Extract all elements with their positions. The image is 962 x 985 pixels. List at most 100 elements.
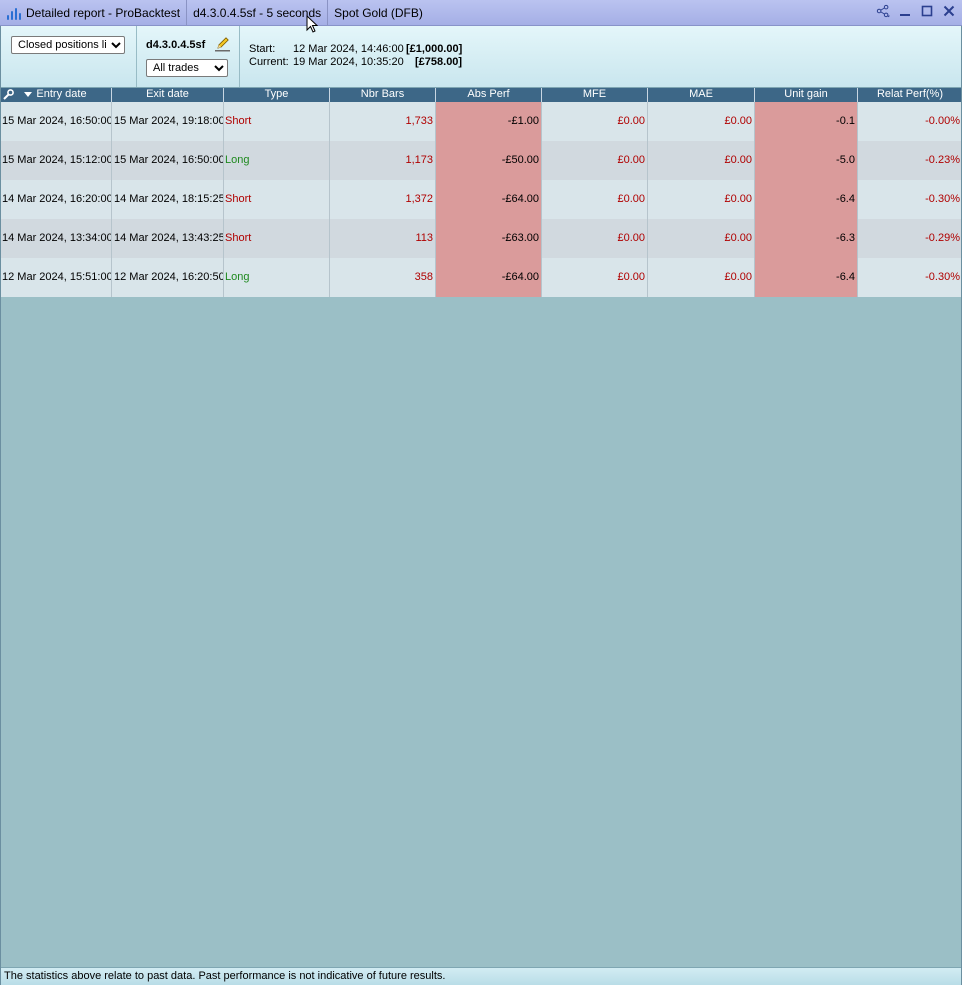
cell-exit-date: 14 Mar 2024, 18:15:25 <box>112 180 224 219</box>
mouse-cursor <box>306 15 318 33</box>
cell-nbr-bars: 358 <box>330 258 436 297</box>
cell-mae: £0.00 <box>648 141 755 180</box>
window-border-left <box>0 26 1 985</box>
cell-mfe: £0.00 <box>542 258 648 297</box>
edit-pencil-icon[interactable] <box>214 36 231 53</box>
share-icon[interactable] <box>876 4 890 18</box>
close-icon[interactable] <box>942 4 956 18</box>
cell-mae: £0.00 <box>648 219 755 258</box>
disclaimer-text: The statistics above relate to past data… <box>4 970 446 982</box>
strategy-tab-label: d4.3.0.4.5sf - 5 seconds <box>193 5 322 20</box>
cell-type: Long <box>224 258 330 297</box>
table-row[interactable]: 15 Mar 2024, 15:12:00 15 Mar 2024, 16:50… <box>0 141 962 180</box>
cell-type: Short <box>224 180 330 219</box>
maximize-icon[interactable] <box>920 4 934 18</box>
column-label: Unit gain <box>784 88 828 100</box>
table-row[interactable]: 15 Mar 2024, 16:50:00 15 Mar 2024, 19:18… <box>0 102 962 141</box>
trades-filter-select[interactable]: All trades <box>146 59 228 77</box>
positions-table-header: Entry date Exit date Type Nbr Bars Abs P… <box>0 88 962 102</box>
cell-entry-date: 15 Mar 2024, 16:50:00 <box>0 102 112 141</box>
cell-nbr-bars: 1,173 <box>330 141 436 180</box>
cell-exit-date: 12 Mar 2024, 16:20:50 <box>112 258 224 297</box>
start-amount: [£1,000.00] <box>406 43 463 55</box>
cell-abs-perf: -£64.00 <box>436 180 542 219</box>
column-label: MFE <box>582 88 607 100</box>
column-label: Type <box>264 88 289 100</box>
column-header-abs-perf[interactable]: Abs Perf <box>436 88 542 102</box>
column-header-relat-perf[interactable]: Relat Perf(%) <box>858 88 962 102</box>
disclaimer-status-bar: The statistics above relate to past data… <box>0 967 962 985</box>
column-header-exit-date[interactable]: Exit date <box>112 88 224 102</box>
cell-mae: £0.00 <box>648 258 755 297</box>
column-header-entry-date[interactable]: Entry date <box>0 88 112 102</box>
cell-exit-date: 15 Mar 2024, 16:50:00 <box>112 141 224 180</box>
start-date: 12 Mar 2024, 14:46:00 <box>293 43 404 55</box>
cell-mae: £0.00 <box>648 180 755 219</box>
report-toolbar: Closed positions list d4.3.0.4.5sf All t… <box>0 26 962 88</box>
cell-type: Short <box>224 102 330 141</box>
cell-mfe: £0.00 <box>542 102 648 141</box>
view-select[interactable]: Closed positions list <box>11 36 125 54</box>
positions-table-body: 15 Mar 2024, 16:50:00 15 Mar 2024, 19:18… <box>0 102 962 297</box>
table-empty-area <box>0 297 962 967</box>
column-label: Nbr Bars <box>360 88 405 100</box>
cell-entry-date: 14 Mar 2024, 13:34:00 <box>0 219 112 258</box>
current-date: 19 Mar 2024, 10:35:20 <box>293 56 404 68</box>
column-header-unit-gain[interactable]: Unit gain <box>755 88 858 102</box>
window-controls <box>876 4 956 18</box>
cell-unit-gain: -5.0 <box>755 141 858 180</box>
cell-mfe: £0.00 <box>542 180 648 219</box>
cell-mfe: £0.00 <box>542 219 648 258</box>
app-chart-icon <box>6 6 22 20</box>
cell-entry-date: 12 Mar 2024, 15:51:00 <box>0 258 112 297</box>
cell-relat-perf: -0.23% <box>925 154 960 166</box>
column-label: Abs Perf <box>467 88 510 100</box>
current-label: Current: <box>249 56 289 68</box>
cell-mae: £0.00 <box>648 102 755 141</box>
column-label: MAE <box>689 88 713 100</box>
sort-desc-icon <box>24 91 33 97</box>
title-segment: Detailed report - ProBacktest <box>0 0 188 26</box>
cell-abs-perf: -£63.00 <box>436 219 542 258</box>
table-row[interactable]: 14 Mar 2024, 13:34:00 14 Mar 2024, 13:43… <box>0 219 962 258</box>
cell-exit-date: 15 Mar 2024, 19:18:00 <box>112 102 224 141</box>
cell-relat-perf: -0.30% <box>925 271 960 283</box>
cell-nbr-bars: 1,733 <box>330 102 436 141</box>
cell-nbr-bars: 1,372 <box>330 180 436 219</box>
toolbar-divider <box>136 26 137 87</box>
cell-mfe: £0.00 <box>542 141 648 180</box>
wrench-icon[interactable] <box>3 89 14 100</box>
cell-abs-perf: -£64.00 <box>436 258 542 297</box>
cell-unit-gain: -0.1 <box>755 102 858 141</box>
window-title: Detailed report - ProBacktest <box>26 5 181 20</box>
column-header-nbr-bars[interactable]: Nbr Bars <box>330 88 436 102</box>
cell-type: Long <box>224 141 330 180</box>
cell-unit-gain: -6.4 <box>755 180 858 219</box>
column-header-type[interactable]: Type <box>224 88 330 102</box>
cell-abs-perf: -£1.00 <box>436 102 542 141</box>
minimize-icon[interactable] <box>898 4 912 18</box>
cell-relat-perf: -0.00% <box>925 115 960 127</box>
cell-type: Short <box>224 219 330 258</box>
cell-abs-perf: -£50.00 <box>436 141 542 180</box>
start-label: Start: <box>249 43 276 55</box>
toolbar-divider <box>239 26 240 87</box>
column-label: Entry date <box>36 88 87 100</box>
cell-unit-gain: -6.4 <box>755 258 858 297</box>
strategy-name: d4.3.0.4.5sf <box>146 39 206 51</box>
cell-entry-date: 15 Mar 2024, 15:12:00 <box>0 141 112 180</box>
current-amount: [£758.00] <box>415 56 463 68</box>
column-label: Exit date <box>146 88 189 100</box>
column-header-mfe[interactable]: MFE <box>542 88 648 102</box>
column-label: Relat Perf(%) <box>876 88 944 100</box>
column-header-mae[interactable]: MAE <box>648 88 755 102</box>
cell-exit-date: 14 Mar 2024, 13:43:25 <box>112 219 224 258</box>
instrument-tab-label: Spot Gold (DFB) <box>334 5 423 20</box>
table-row[interactable]: 14 Mar 2024, 16:20:00 14 Mar 2024, 18:15… <box>0 180 962 219</box>
table-row[interactable]: 12 Mar 2024, 15:51:00 12 Mar 2024, 16:20… <box>0 258 962 297</box>
cell-unit-gain: -6.3 <box>755 219 858 258</box>
cell-entry-date: 14 Mar 2024, 16:20:00 <box>0 180 112 219</box>
instrument-tab[interactable]: Spot Gold (DFB) <box>328 0 429 26</box>
cell-relat-perf: -0.29% <box>925 232 960 244</box>
title-bar: Detailed report - ProBacktest d4.3.0.4.5… <box>0 0 962 26</box>
